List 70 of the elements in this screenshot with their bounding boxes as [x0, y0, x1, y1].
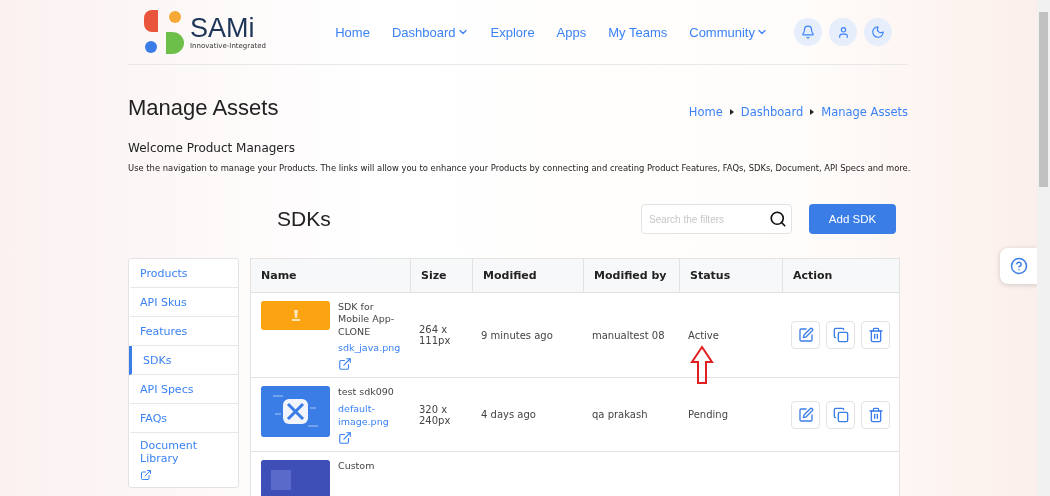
- copy-icon: [832, 406, 849, 423]
- section-title: SDKs: [277, 207, 331, 231]
- dark-mode-button[interactable]: [864, 18, 892, 46]
- breadcrumb-link[interactable]: Home: [688, 105, 723, 119]
- modified-by-text: manualtest 08: [592, 329, 665, 341]
- scrollbar[interactable]: [1037, 0, 1050, 496]
- file-link[interactable]: sdk_java.png: [338, 341, 401, 355]
- external-link-icon[interactable]: [338, 357, 352, 372]
- logo-icon: [144, 10, 184, 54]
- description-text: Use the navigation to manage your Products. The links will allow you to enhance your Products by connecting and creating Product Features, FAQs, SDKs, Document, API Specs and more.: [128, 163, 908, 173]
- copy-button[interactable]: [826, 400, 855, 429]
- page-title: Manage Assets: [128, 95, 279, 121]
- nav-link[interactable]: Explore: [490, 24, 535, 40]
- sdk-name: SDK for Mobile App-CLONE: [338, 301, 396, 339]
- nav-link[interactable]: Home: [335, 24, 370, 40]
- external-link-icon: [140, 469, 152, 481]
- user-icon: [836, 25, 850, 39]
- delete-button[interactable]: [861, 400, 890, 429]
- breadcrumb-separator-icon: [729, 109, 734, 115]
- sidebar-item[interactable]: Document Library: [129, 433, 238, 487]
- logo-name: SAMi: [190, 14, 255, 42]
- sidebar-item[interactable]: Features: [129, 317, 238, 346]
- nav-link[interactable]: Dashboard: [391, 24, 469, 40]
- copy-button[interactable]: [826, 321, 855, 350]
- external-link-icon[interactable]: [338, 431, 352, 446]
- sdk-name: test sdk090: [338, 386, 394, 399]
- modified-text: 4 days ago: [481, 409, 536, 421]
- column-header: Name: [251, 259, 411, 293]
- size-text: 264 x 111px: [419, 324, 452, 347]
- edit-button[interactable]: [791, 321, 820, 350]
- edit-icon: [797, 327, 814, 344]
- sidebar-item[interactable]: FAQs: [129, 404, 238, 433]
- sidebar-item[interactable]: SDKs: [129, 346, 238, 375]
- help-button[interactable]: [1000, 248, 1038, 284]
- breadcrumb-link[interactable]: Dashboard: [740, 105, 804, 119]
- column-header: Action: [783, 259, 899, 293]
- status-text: Active: [688, 329, 719, 341]
- notifications-button[interactable]: [794, 18, 822, 46]
- delete-button[interactable]: [861, 321, 890, 350]
- bell-icon: [801, 25, 815, 39]
- trash-icon: [867, 406, 884, 423]
- copy-icon: [832, 327, 849, 344]
- column-header: Status: [680, 259, 783, 293]
- size-text: 320 x 240px: [419, 403, 452, 426]
- sidebar-item[interactable]: Products: [129, 259, 238, 288]
- modified-text: 9 minutes ago: [481, 329, 553, 341]
- nav-link[interactable]: Community: [689, 24, 768, 40]
- breadcrumb-separator-icon: [810, 109, 815, 115]
- trash-icon: [867, 327, 884, 344]
- sidebar-item[interactable]: API Skus: [129, 288, 238, 317]
- edit-icon: [797, 406, 814, 423]
- welcome-heading: Welcome Product Managers: [128, 141, 296, 155]
- edit-button[interactable]: [791, 400, 820, 429]
- sidebar-item[interactable]: API Specs: [129, 375, 238, 404]
- modified-by-text: qa prakash: [592, 409, 648, 421]
- moon-icon: [871, 25, 885, 39]
- add-sdk-button[interactable]: Add SDK: [809, 204, 896, 234]
- column-header: Modified by: [584, 259, 680, 293]
- search-icon: [769, 210, 787, 228]
- column-header: Size: [411, 259, 473, 293]
- nav-link[interactable]: My Teams: [608, 24, 668, 40]
- sdk-name: Custom: [338, 460, 375, 473]
- annotation-arrow: [690, 345, 714, 386]
- file-link[interactable]: default-image.png: [338, 401, 405, 429]
- breadcrumb-link[interactable]: Manage Assets: [821, 105, 908, 119]
- status-text: Pending: [688, 409, 728, 421]
- profile-button[interactable]: [829, 18, 857, 46]
- nav-link[interactable]: Apps: [556, 24, 587, 40]
- column-header: Modified: [473, 259, 584, 293]
- help-icon: [1010, 257, 1028, 275]
